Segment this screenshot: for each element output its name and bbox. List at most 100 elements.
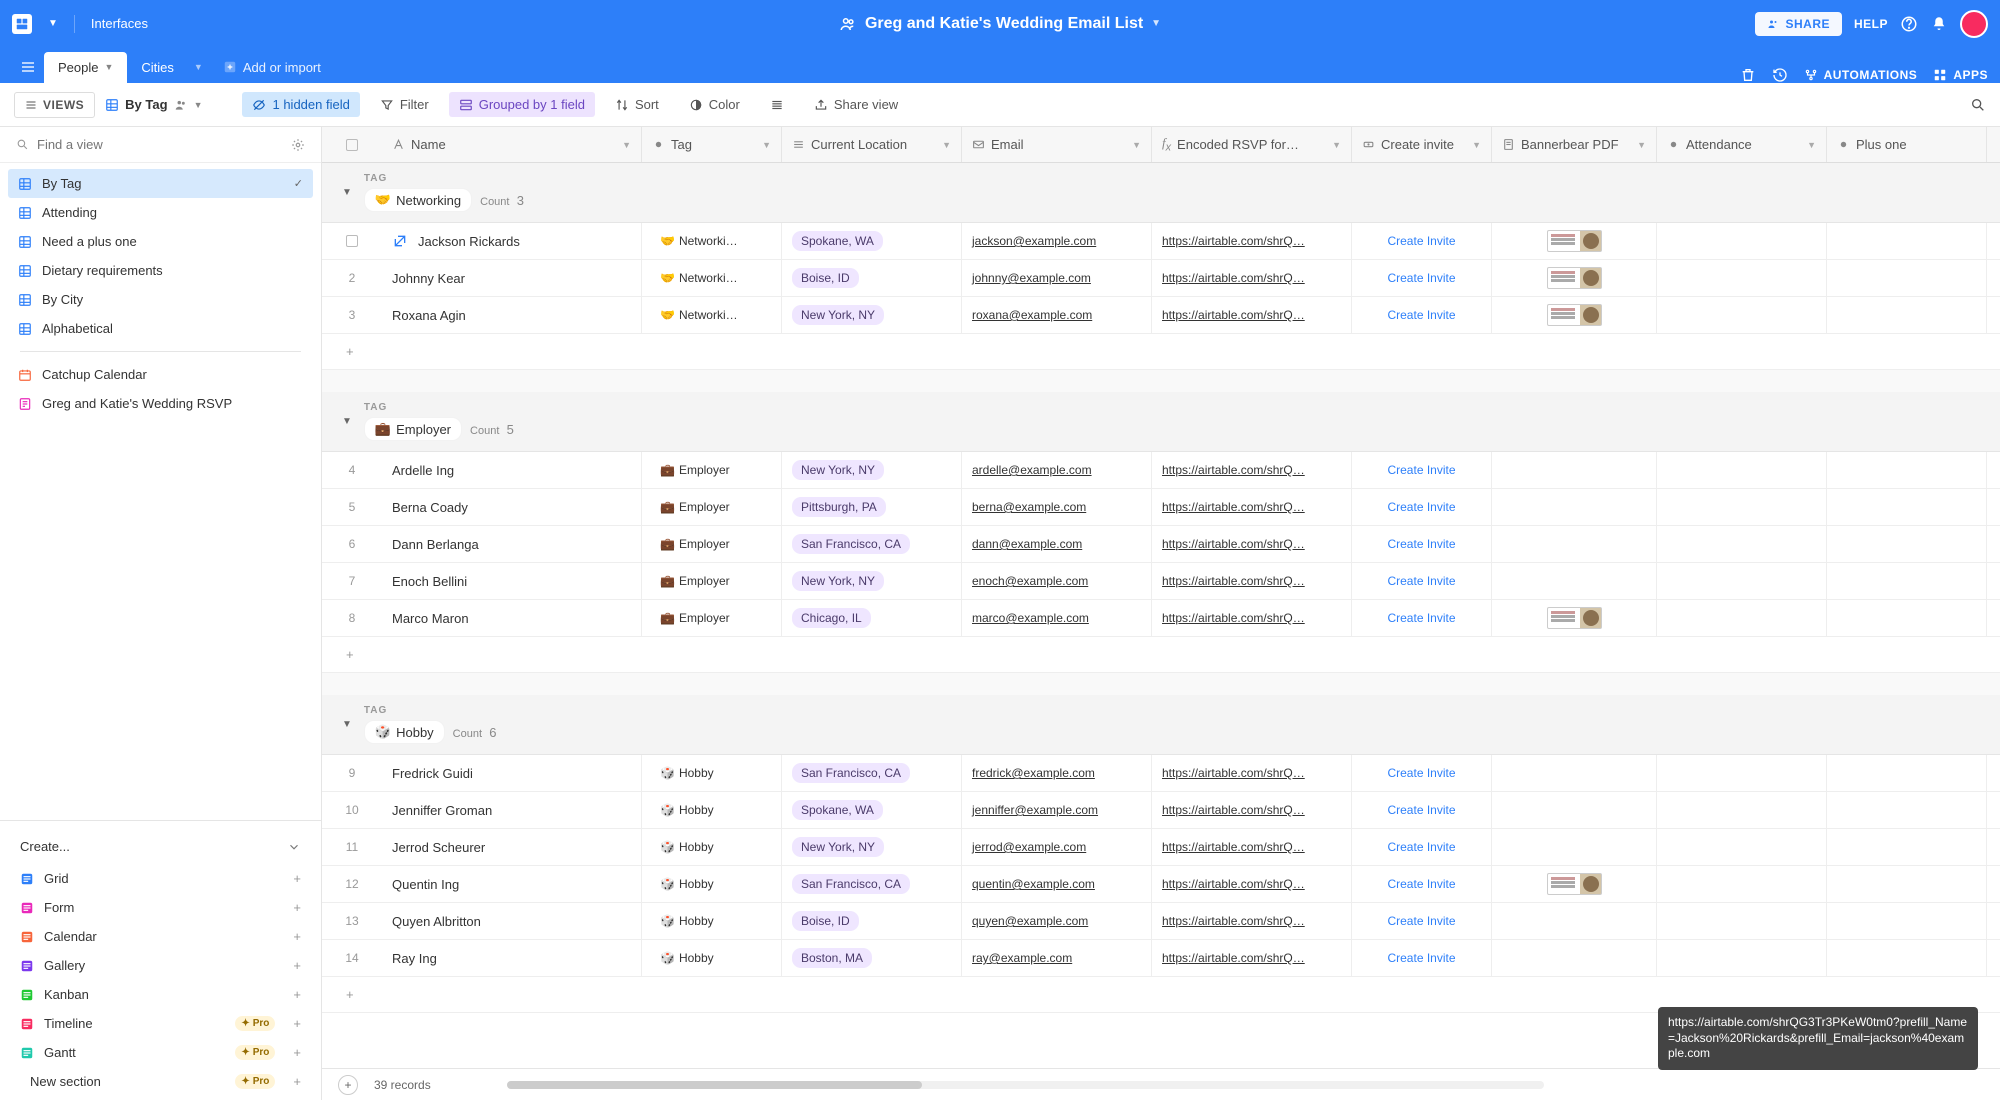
cell-rsvp[interactable]: https://airtable.com/shrQ… xyxy=(1152,489,1352,525)
cell-pdf[interactable] xyxy=(1492,903,1657,939)
table-row[interactable]: 12 Quentin Ing 🎲Hobby San Francisco, CA … xyxy=(322,866,2000,903)
cell-tag[interactable]: 🤝Networki… xyxy=(642,260,782,296)
pdf-thumbnail[interactable] xyxy=(1547,607,1602,629)
cell-email[interactable]: johnny@example.com xyxy=(962,260,1152,296)
table-row[interactable]: 5 Berna Coady 💼Employer Pittsburgh, PA b… xyxy=(322,489,2000,526)
chevron-down-icon[interactable]: ▼ xyxy=(48,18,58,29)
automations-button[interactable]: AUTOMATIONS xyxy=(1804,68,1918,82)
create-invite-button[interactable]: Create Invite xyxy=(1387,611,1455,625)
cell-attendance[interactable] xyxy=(1657,223,1827,259)
create-view-header[interactable]: Create... xyxy=(0,829,321,864)
create-invite-button[interactable]: Create Invite xyxy=(1387,803,1455,817)
rsvp-link[interactable]: https://airtable.com/shrQ… xyxy=(1162,308,1305,322)
group-button[interactable]: Grouped by 1 field xyxy=(449,92,595,117)
cell-attendance[interactable] xyxy=(1657,600,1827,636)
sidebar-view-item[interactable]: Need a plus one xyxy=(8,227,313,256)
create-invite-button[interactable]: Create Invite xyxy=(1387,574,1455,588)
column-rsvp[interactable]: fx Encoded RSVP for…▼ xyxy=(1152,127,1352,162)
row-checkbox[interactable] xyxy=(346,235,358,247)
collapse-caret-icon[interactable]: ▼ xyxy=(342,187,352,198)
rsvp-link[interactable]: https://airtable.com/shrQ… xyxy=(1162,877,1305,891)
share-button[interactable]: SHARE xyxy=(1755,12,1842,36)
cell-pdf[interactable] xyxy=(1492,563,1657,599)
email-link[interactable]: fredrick@example.com xyxy=(972,766,1095,780)
cell-invite[interactable]: Create Invite xyxy=(1352,792,1492,828)
cell-plusone[interactable] xyxy=(1827,452,1987,488)
cell-email[interactable]: dann@example.com xyxy=(962,526,1152,562)
table-row[interactable]: 2 Johnny Kear 🤝Networki… Boise, ID johnn… xyxy=(322,260,2000,297)
cell-attendance[interactable] xyxy=(1657,297,1827,333)
cell-rsvp[interactable]: https://airtable.com/shrQ… xyxy=(1152,755,1352,791)
cell-pdf[interactable] xyxy=(1492,755,1657,791)
trash-icon[interactable] xyxy=(1740,67,1756,83)
rsvp-link[interactable]: https://airtable.com/shrQ… xyxy=(1162,574,1305,588)
cell-pdf[interactable] xyxy=(1492,866,1657,902)
cell-email[interactable]: ray@example.com xyxy=(962,940,1152,976)
cell-location[interactable]: New York, NY xyxy=(782,452,962,488)
cell-invite[interactable]: Create Invite xyxy=(1352,297,1492,333)
rsvp-link[interactable]: https://airtable.com/shrQ… xyxy=(1162,234,1305,248)
create-invite-button[interactable]: Create Invite xyxy=(1387,840,1455,854)
cell-tag[interactable]: 💼Employer xyxy=(642,489,782,525)
sidebar-view-item[interactable]: Attending xyxy=(8,198,313,227)
create-view-item[interactable]: TimelinePro+ xyxy=(0,1009,321,1038)
collapse-caret-icon[interactable]: ▼ xyxy=(342,416,352,427)
rsvp-link[interactable]: https://airtable.com/shrQ… xyxy=(1162,766,1305,780)
filter-button[interactable]: Filter xyxy=(370,92,439,117)
group-header[interactable]: ▼ TAG 🤝Networking Count 3 xyxy=(322,163,2000,223)
cell-tag[interactable]: 💼Employer xyxy=(642,526,782,562)
cell-location[interactable]: Spokane, WA xyxy=(782,223,962,259)
cell-rsvp[interactable]: https://airtable.com/shrQ… xyxy=(1152,829,1352,865)
color-button[interactable]: Color xyxy=(679,92,750,117)
collapse-caret-icon[interactable]: ▼ xyxy=(342,719,352,730)
create-view-item[interactable]: Kanban+ xyxy=(0,980,321,1009)
tab-add[interactable]: ▼ xyxy=(188,54,209,80)
table-row[interactable]: 11 Jerrod Scheurer 🎲Hobby New York, NY j… xyxy=(322,829,2000,866)
cell-rsvp[interactable]: https://airtable.com/shrQ… xyxy=(1152,792,1352,828)
sidebar-view-item[interactable]: Alphabetical xyxy=(8,314,313,343)
email-link[interactable]: enoch@example.com xyxy=(972,574,1088,588)
cell-name[interactable]: Enoch Bellini xyxy=(382,563,642,599)
cell-email[interactable]: fredrick@example.com xyxy=(962,755,1152,791)
plus-icon[interactable]: + xyxy=(293,958,301,973)
add-import-button[interactable]: Add or import xyxy=(209,52,335,83)
email-link[interactable]: marco@example.com xyxy=(972,611,1089,625)
cell-name[interactable]: Fredrick Guidi xyxy=(382,755,642,791)
create-invite-button[interactable]: Create Invite xyxy=(1387,914,1455,928)
column-plusone[interactable]: Plus one xyxy=(1827,127,1987,162)
cell-plusone[interactable] xyxy=(1827,903,1987,939)
create-invite-button[interactable]: Create Invite xyxy=(1387,234,1455,248)
rsvp-link[interactable]: https://airtable.com/shrQ… xyxy=(1162,840,1305,854)
cell-location[interactable]: New York, NY xyxy=(782,297,962,333)
cell-invite[interactable]: Create Invite xyxy=(1352,260,1492,296)
create-invite-button[interactable]: Create Invite xyxy=(1387,537,1455,551)
cell-email[interactable]: quyen@example.com xyxy=(962,903,1152,939)
sidebar-view-item[interactable]: By Tag✓ xyxy=(8,169,313,198)
pdf-thumbnail[interactable] xyxy=(1547,230,1602,252)
email-link[interactable]: dann@example.com xyxy=(972,537,1082,551)
cell-invite[interactable]: Create Invite xyxy=(1352,223,1492,259)
cell-plusone[interactable] xyxy=(1827,260,1987,296)
cell-location[interactable]: Chicago, IL xyxy=(782,600,962,636)
plus-icon[interactable]: + xyxy=(293,871,301,886)
cell-location[interactable]: Pittsburgh, PA xyxy=(782,489,962,525)
cell-invite[interactable]: Create Invite xyxy=(1352,563,1492,599)
rsvp-link[interactable]: https://airtable.com/shrQ… xyxy=(1162,611,1305,625)
cell-plusone[interactable] xyxy=(1827,297,1987,333)
cell-attendance[interactable] xyxy=(1657,866,1827,902)
cell-plusone[interactable] xyxy=(1827,792,1987,828)
sidebar-view-item[interactable]: By City xyxy=(8,285,313,314)
cell-name[interactable]: Jenniffer Groman xyxy=(382,792,642,828)
cell-name[interactable]: Jerrod Scheurer xyxy=(382,829,642,865)
email-link[interactable]: ray@example.com xyxy=(972,951,1072,965)
create-view-item[interactable]: Calendar+ xyxy=(0,922,321,951)
email-link[interactable]: jerrod@example.com xyxy=(972,840,1086,854)
cell-pdf[interactable] xyxy=(1492,297,1657,333)
rsvp-link[interactable]: https://airtable.com/shrQ… xyxy=(1162,271,1305,285)
settings-icon[interactable] xyxy=(291,138,305,152)
create-view-item[interactable]: Form+ xyxy=(0,893,321,922)
column-location[interactable]: Current Location▼ xyxy=(782,127,962,162)
cell-name[interactable]: Ardelle Ing xyxy=(382,452,642,488)
cell-pdf[interactable] xyxy=(1492,792,1657,828)
table-row[interactable]: 3 Roxana Agin 🤝Networki… New York, NY ro… xyxy=(322,297,2000,334)
